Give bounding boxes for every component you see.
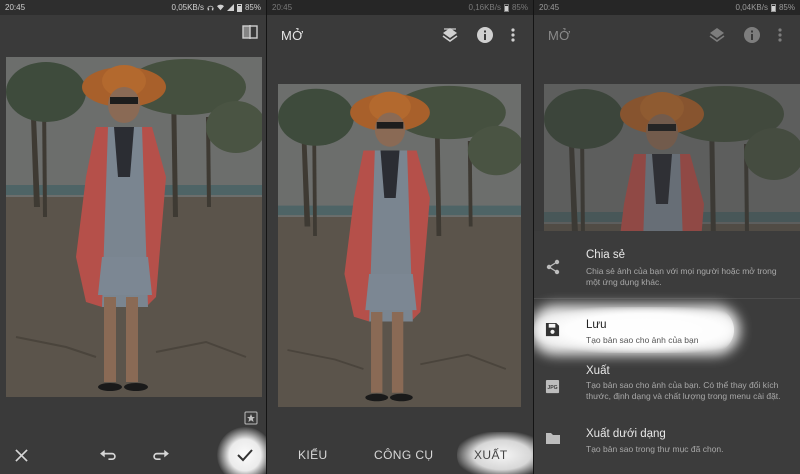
close-icon[interactable]: [10, 444, 32, 466]
menu-item-desc: Chia sẻ ảnh của bạn với mọi người hoặc m…: [586, 266, 777, 287]
status-speed: 0,05KB/s: [171, 3, 204, 12]
export-sheet: Chia sẻ Chia sẻ ảnh của bạn với mọi ngườ…: [534, 231, 800, 474]
tab-styles[interactable]: KIỂU: [298, 448, 328, 462]
menu-item-title: Lưu: [586, 319, 607, 331]
menu-item-export-as[interactable]: Xuất dưới dạng Tạo bản sao trong thư mục…: [534, 417, 800, 457]
tab-tools[interactable]: CÔNG CỤ: [374, 448, 433, 462]
photo-preview: [6, 57, 262, 397]
status-speed: 0,16KB/s: [468, 3, 501, 12]
more-icon[interactable]: [510, 26, 528, 44]
redo-icon[interactable]: [150, 444, 172, 466]
menu-item-title: Xuất: [586, 365, 610, 377]
status-time: 20:45: [272, 3, 293, 12]
info-icon[interactable]: [743, 26, 761, 44]
menu-item-desc: Tạo bản sao trong thư mục đã chọn.: [586, 444, 724, 454]
jpg-icon: JPG: [545, 379, 561, 395]
menu-item-save[interactable]: Lưu Tạo bản sao cho ảnh của bạn: [534, 309, 800, 353]
tab-export[interactable]: XUẤT: [474, 448, 508, 462]
compare-icon[interactable]: [242, 25, 258, 39]
main-panel: 20:45 0,16KB/s 85% MỞ KIỂU CÔNG CỤ XUẤT: [267, 0, 533, 474]
headphones-icon: [207, 4, 214, 11]
save-icon: [545, 322, 561, 338]
open-button[interactable]: MỞ: [548, 28, 571, 43]
battery-icon: [236, 3, 242, 12]
share-icon: [545, 259, 561, 275]
status-speed: 0,04KB/s: [735, 3, 768, 12]
app-bar: MỞ: [534, 15, 800, 57]
top-toolbar: [0, 15, 266, 53]
layers-icon[interactable]: [708, 26, 726, 44]
battery-level: 85%: [244, 3, 261, 12]
status-bar: 20:45 0,04KB/s 85%: [534, 0, 800, 15]
status-time: 20:45: [539, 3, 560, 12]
battery-icon: [770, 3, 776, 12]
battery-level: 85%: [778, 3, 795, 12]
export-panel: 20:45 0,04KB/s 85% MỞ Chia sẻ Chia sẻ ản…: [534, 0, 800, 474]
check-icon[interactable]: [234, 444, 256, 466]
bottom-toolbar: [0, 427, 266, 474]
undo-icon[interactable]: [96, 444, 118, 466]
menu-item-export[interactable]: JPG Xuất Tạo bản sao cho ảnh của bạn. Có…: [534, 355, 800, 411]
menu-item-desc: Tạo bản sao cho ảnh của bạn: [586, 335, 699, 345]
more-icon[interactable]: [777, 26, 795, 44]
star-icon[interactable]: [244, 411, 258, 425]
photo-preview: [278, 84, 521, 407]
svg-text:JPG: JPG: [547, 385, 557, 391]
status-bar: 20:45 0,16KB/s 85%: [267, 0, 533, 15]
battery-icon: [503, 3, 509, 12]
photo-preview: [544, 84, 800, 231]
status-time: 20:45: [5, 3, 26, 12]
signal-icon: [226, 4, 234, 11]
layers-icon[interactable]: [441, 26, 459, 44]
menu-separator: [534, 298, 800, 299]
menu-item-desc: Tạo bản sao cho ảnh của bạn. Có thể thay…: [586, 380, 781, 401]
status-bar: 20:45 0,05KB/s 85%: [0, 0, 266, 15]
menu-item-title: Xuất dưới dạng: [586, 428, 666, 440]
battery-level: 85%: [511, 3, 528, 12]
editor-panel: 20:45 0,05KB/s 85%: [0, 0, 266, 474]
bottom-tabs: KIỂU CÔNG CỤ XUẤT: [267, 432, 533, 474]
wifi-icon: [216, 4, 224, 11]
open-button[interactable]: MỞ: [281, 28, 304, 43]
menu-item-share[interactable]: Chia sẻ Chia sẻ ảnh của bạn với mọi ngườ…: [534, 239, 800, 297]
app-bar: MỞ: [267, 15, 533, 57]
info-icon[interactable]: [476, 26, 494, 44]
folder-icon: [545, 431, 561, 447]
menu-item-title: Chia sẻ: [586, 249, 625, 261]
